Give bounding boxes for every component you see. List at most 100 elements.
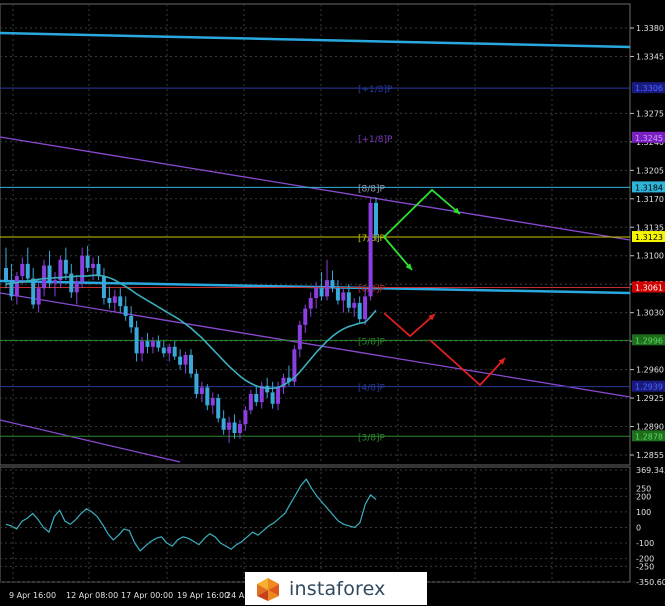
candle-body xyxy=(325,280,330,297)
indicator-tick-label: 200 xyxy=(636,492,651,501)
price-tick-label: 1.3100 xyxy=(636,252,664,261)
price-chart: [+1/8]P[+1/8]P[8/8]P[7/8]P[6/8]P[5/8]P[4… xyxy=(0,0,665,605)
price-tag-label: 1.3123 xyxy=(635,233,663,242)
price-tag-label: 1.3184 xyxy=(635,183,663,192)
price-tag-label: 1.2996 xyxy=(635,336,663,345)
candle-body xyxy=(183,354,188,365)
candle-body xyxy=(31,278,36,305)
candle-body xyxy=(270,392,275,404)
candle-body xyxy=(47,265,52,284)
candle-body xyxy=(20,263,25,277)
price-tick-label: 1.3030 xyxy=(636,309,664,318)
indicator-tick-label: 0 xyxy=(636,523,641,532)
candle-body xyxy=(96,263,101,277)
candle-body xyxy=(254,394,259,403)
indicator-tick-label: 369.3437 xyxy=(636,466,665,475)
candle-body xyxy=(25,263,30,279)
price-tick-label: 1.3275 xyxy=(636,109,664,118)
candle-body xyxy=(330,280,335,289)
candle-body xyxy=(265,385,270,393)
candle-body xyxy=(210,398,215,406)
indicator-tick-label: 100 xyxy=(636,508,651,517)
candle-body xyxy=(172,346,177,357)
candle-body xyxy=(308,298,313,309)
murrey-level-label: [4/8]P xyxy=(358,384,386,394)
price-tag-label: 1.3306 xyxy=(635,84,663,93)
candle-body xyxy=(85,255,90,268)
murrey-level-label: [3/8]P xyxy=(358,433,386,443)
candle-body xyxy=(52,280,57,284)
candle-body xyxy=(178,356,183,365)
candle-body xyxy=(150,341,155,347)
instaforex-logo-icon xyxy=(255,576,281,602)
price-tag-label: 1.3061 xyxy=(635,283,663,292)
candle-body xyxy=(112,296,117,303)
candle-body xyxy=(74,281,79,293)
candle-body xyxy=(221,418,226,430)
candle-body xyxy=(248,394,253,411)
price-tick-label: 1.3170 xyxy=(636,195,664,204)
candle-body xyxy=(80,255,85,282)
price-tick-label: 1.3135 xyxy=(636,223,664,232)
candle-body xyxy=(237,424,242,434)
candle-body xyxy=(156,341,161,348)
price-tag-label: 1.2939 xyxy=(635,383,663,392)
price-tag-label: 1.3245 xyxy=(635,134,663,143)
candle-body xyxy=(140,341,145,354)
candle-body xyxy=(199,387,204,394)
candle-body xyxy=(123,306,128,316)
candle-body xyxy=(319,288,324,297)
candle-body xyxy=(341,292,346,301)
logo-wordmark: instaforex xyxy=(289,577,386,600)
candle-body xyxy=(134,327,139,354)
murrey-level-label: [5/8]P xyxy=(358,337,386,347)
candle-body xyxy=(357,302,362,320)
price-tick-label: 1.3205 xyxy=(636,166,664,175)
candle-body xyxy=(4,267,8,281)
indicator-tick-label: -350.604 xyxy=(636,578,665,587)
candle-body xyxy=(227,422,232,430)
murrey-level-label: [+1/8]P xyxy=(358,135,393,145)
candle-body xyxy=(216,398,221,419)
candle-body xyxy=(352,302,357,308)
candle-body xyxy=(107,298,112,303)
candle-body xyxy=(161,347,166,354)
candle-body xyxy=(346,292,351,308)
time-tick-label: 9 Apr 16:00 xyxy=(9,591,56,600)
candle-body xyxy=(374,202,378,236)
candle-body xyxy=(276,387,281,404)
price-tick-label: 1.3345 xyxy=(636,52,664,61)
candle-body xyxy=(303,308,308,325)
price-tick-label: 1.2890 xyxy=(636,423,664,432)
candle-body xyxy=(232,422,237,434)
candle-body xyxy=(194,373,199,394)
murrey-level-label: [8/8]P xyxy=(358,184,386,194)
watermark-logo: instaforex xyxy=(245,572,427,605)
price-tick-label: 1.2925 xyxy=(636,394,664,403)
candle-body xyxy=(129,315,134,328)
candle-body xyxy=(314,288,319,299)
candle-body xyxy=(167,346,172,354)
candle-body xyxy=(205,387,210,406)
candle-body xyxy=(63,259,68,274)
candle-body xyxy=(14,276,19,297)
time-tick-label: 12 Apr 08:00 xyxy=(66,591,118,600)
candle-body xyxy=(243,410,248,425)
candle-body xyxy=(91,263,96,268)
candle-body xyxy=(42,265,47,289)
time-tick-label: 17 Apr 00:00 xyxy=(121,591,173,600)
candle-body xyxy=(118,296,123,307)
candle-body xyxy=(368,202,373,297)
candle-body xyxy=(145,341,150,347)
indicator-tick-label: -250 xyxy=(636,562,654,571)
candle-body xyxy=(335,288,340,301)
time-tick-label: 19 Apr 16:00 xyxy=(177,591,229,600)
murrey-level-label: [+1/8]P xyxy=(358,85,393,95)
candle-body xyxy=(189,354,193,374)
price-tag-label: 1.2878 xyxy=(635,432,663,441)
price-tick-label: 1.2960 xyxy=(636,366,664,375)
candle-body xyxy=(297,324,302,350)
candle-body xyxy=(36,288,41,305)
candle-body xyxy=(101,276,106,299)
indicator-tick-label: -100 xyxy=(636,539,654,548)
